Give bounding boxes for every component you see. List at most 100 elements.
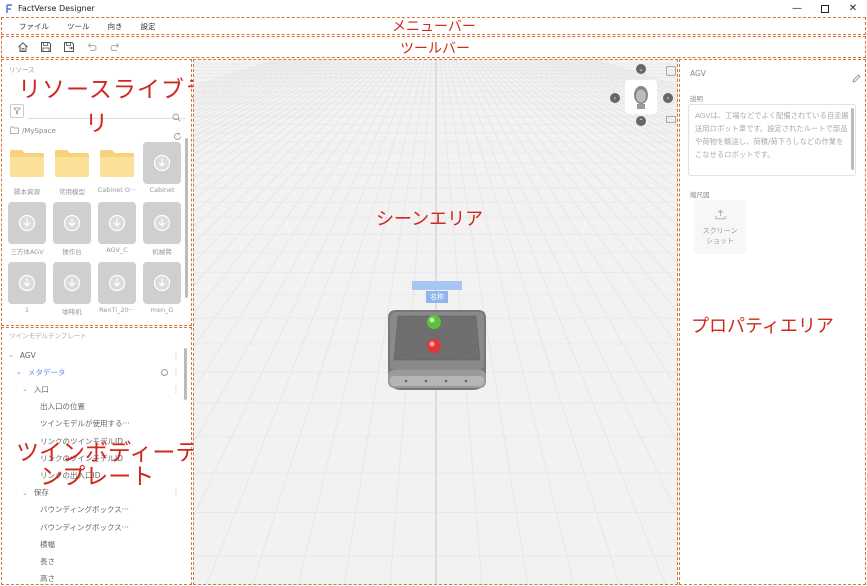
chevron-down-icon[interactable]: ⌄ (8, 351, 14, 359)
tree-row-label: バウンディングボックス··· (40, 505, 129, 515)
name-bar (412, 281, 462, 290)
filter-icon[interactable] (10, 104, 24, 118)
grid-line (194, 60, 381, 227)
resource-tile-label: 脚本資源 (14, 188, 40, 196)
close-icon[interactable]: ✕ (838, 0, 867, 17)
breadcrumb-path[interactable]: /MySpace (22, 127, 56, 135)
tree-row[interactable]: ⌄ AGV ⋮ (2, 348, 184, 362)
info-icon[interactable] (161, 368, 168, 376)
menubar-annotation: メニューバー (392, 19, 476, 35)
resource-tile[interactable]: 咖啡机 (52, 262, 92, 319)
description-textarea[interactable]: AGVは、工場などでよく配備されている自走搬送用ロボット車です。設定されたルート… (688, 104, 856, 176)
resource-tile-label: 1 (24, 306, 30, 314)
download-icon (143, 202, 181, 244)
view-down-icon[interactable]: ⌃ (636, 116, 646, 126)
view-left-icon[interactable]: › (610, 93, 620, 103)
resource-tile[interactable]: 操作台 (52, 202, 92, 259)
folder-icon (10, 126, 19, 136)
resource-tile[interactable]: 三方体AGV (7, 202, 47, 259)
tree-row-label: 高さ (40, 574, 55, 584)
grid-line (531, 60, 677, 137)
save-icon[interactable] (39, 40, 53, 54)
resource-tile[interactable]: Cabinet O··· (97, 142, 137, 199)
upload-icon (715, 209, 726, 223)
object-name-tag[interactable]: 名称 (426, 291, 448, 303)
menu-tools[interactable]: ツール (67, 21, 90, 32)
resource-tile[interactable]: RenTi_20··· (97, 262, 137, 319)
resource-tile[interactable]: AGV_C (97, 202, 137, 259)
resource-tile[interactable]: Cabinet (142, 142, 182, 199)
minimize-icon[interactable]: — (782, 0, 812, 17)
grid-line (194, 60, 393, 286)
view-right-icon[interactable]: ‹ (663, 93, 673, 103)
property-annotation: プロパティエリア (691, 316, 834, 337)
save-as-icon[interactable] (62, 40, 76, 54)
tree-row[interactable]: 長さ (2, 554, 184, 568)
grid-line (487, 60, 677, 243)
resource-tile-label: RenTi_20··· (99, 306, 135, 314)
screenshot-button[interactable]: スクリーン ショット (694, 200, 746, 254)
undo-icon[interactable] (85, 40, 99, 54)
tree-row[interactable]: ⌄ 入口 ⋮ (2, 382, 184, 396)
tree-row[interactable]: 高さ (2, 572, 184, 584)
home-icon[interactable] (16, 40, 30, 54)
tree-row[interactable]: 出入口の位置 (2, 400, 184, 414)
scene-viewport[interactable]: 名称 ⌄ › ‹ ⌃ (193, 59, 678, 585)
grid-line (194, 60, 357, 162)
resource-tile-label: 咖啡机 (62, 308, 82, 316)
tree-row[interactable]: ⌄ メタデータ ⋮ (2, 365, 184, 379)
agv-model[interactable] (384, 306, 490, 396)
more-icon[interactable]: ⋮ (172, 385, 180, 394)
resource-annotation-1: リソースライブラ (18, 77, 209, 103)
view-up-icon[interactable]: ⌄ (636, 64, 646, 74)
resource-tile-label: 机械臂 (152, 248, 172, 256)
screen-icon[interactable] (666, 116, 676, 123)
grid-line (511, 60, 677, 170)
chevron-down-icon[interactable]: ⌄ (22, 489, 28, 497)
resource-tile[interactable]: 机械臂 (142, 202, 182, 259)
more-icon[interactable]: ⋮ (172, 368, 180, 377)
grid-line (194, 60, 325, 119)
download-icon (98, 262, 136, 304)
redo-icon[interactable] (108, 40, 122, 54)
orientation-head-icon[interactable] (625, 80, 657, 114)
menu-settings[interactable]: 設定 (141, 21, 156, 32)
resource-tile[interactable]: 常用模型 (52, 142, 92, 199)
download-icon (143, 262, 181, 304)
resource-tile[interactable]: 1 (7, 262, 47, 319)
title-bar: FactVerse Designer — ✕ (0, 0, 867, 17)
grid-line (467, 60, 677, 388)
resource-tile-label: Cabinet (149, 186, 175, 194)
grid-line (499, 60, 677, 199)
grid-line (194, 60, 285, 91)
search-icon[interactable] (172, 107, 181, 126)
twin-scrollbar[interactable] (184, 348, 187, 400)
resource-tile[interactable]: 脚本資源 (7, 142, 47, 199)
grid-line (194, 60, 341, 137)
more-icon[interactable]: ⋮ (172, 351, 180, 360)
resource-tile[interactable]: men_G (142, 262, 182, 319)
description-scrollbar[interactable] (851, 108, 854, 170)
tree-row[interactable]: バウンディングボックス··· (2, 520, 184, 534)
tree-row[interactable]: バウンディングボックス··· (2, 503, 184, 517)
chevron-down-icon[interactable]: ⌄ (16, 368, 22, 376)
tree-row[interactable]: 横幅 (2, 537, 184, 551)
view-toggle-icon[interactable] (666, 66, 676, 76)
thumbnail-label: 縮尺図 (690, 191, 710, 199)
resource-scrollbar[interactable] (185, 138, 188, 298)
grid-line (194, 60, 281, 88)
grid-line (483, 60, 677, 262)
grid-line (527, 60, 677, 142)
grid-line (591, 60, 677, 88)
folder-icon (98, 142, 136, 184)
chevron-down-icon[interactable]: ⌄ (22, 385, 28, 393)
tree-row-label: 入口 (33, 384, 49, 394)
menu-file[interactable]: ファイル (19, 21, 49, 32)
more-icon[interactable]: ⋮ (172, 488, 180, 497)
grid-line (587, 60, 677, 90)
maximize-icon[interactable] (810, 0, 840, 17)
menu-orientation[interactable]: 向き (108, 21, 123, 32)
screenshot-label-1: スクリーン (702, 226, 738, 235)
edit-icon[interactable] (852, 68, 861, 87)
tree-row[interactable]: ツインモデルが使用する··· (2, 417, 184, 431)
